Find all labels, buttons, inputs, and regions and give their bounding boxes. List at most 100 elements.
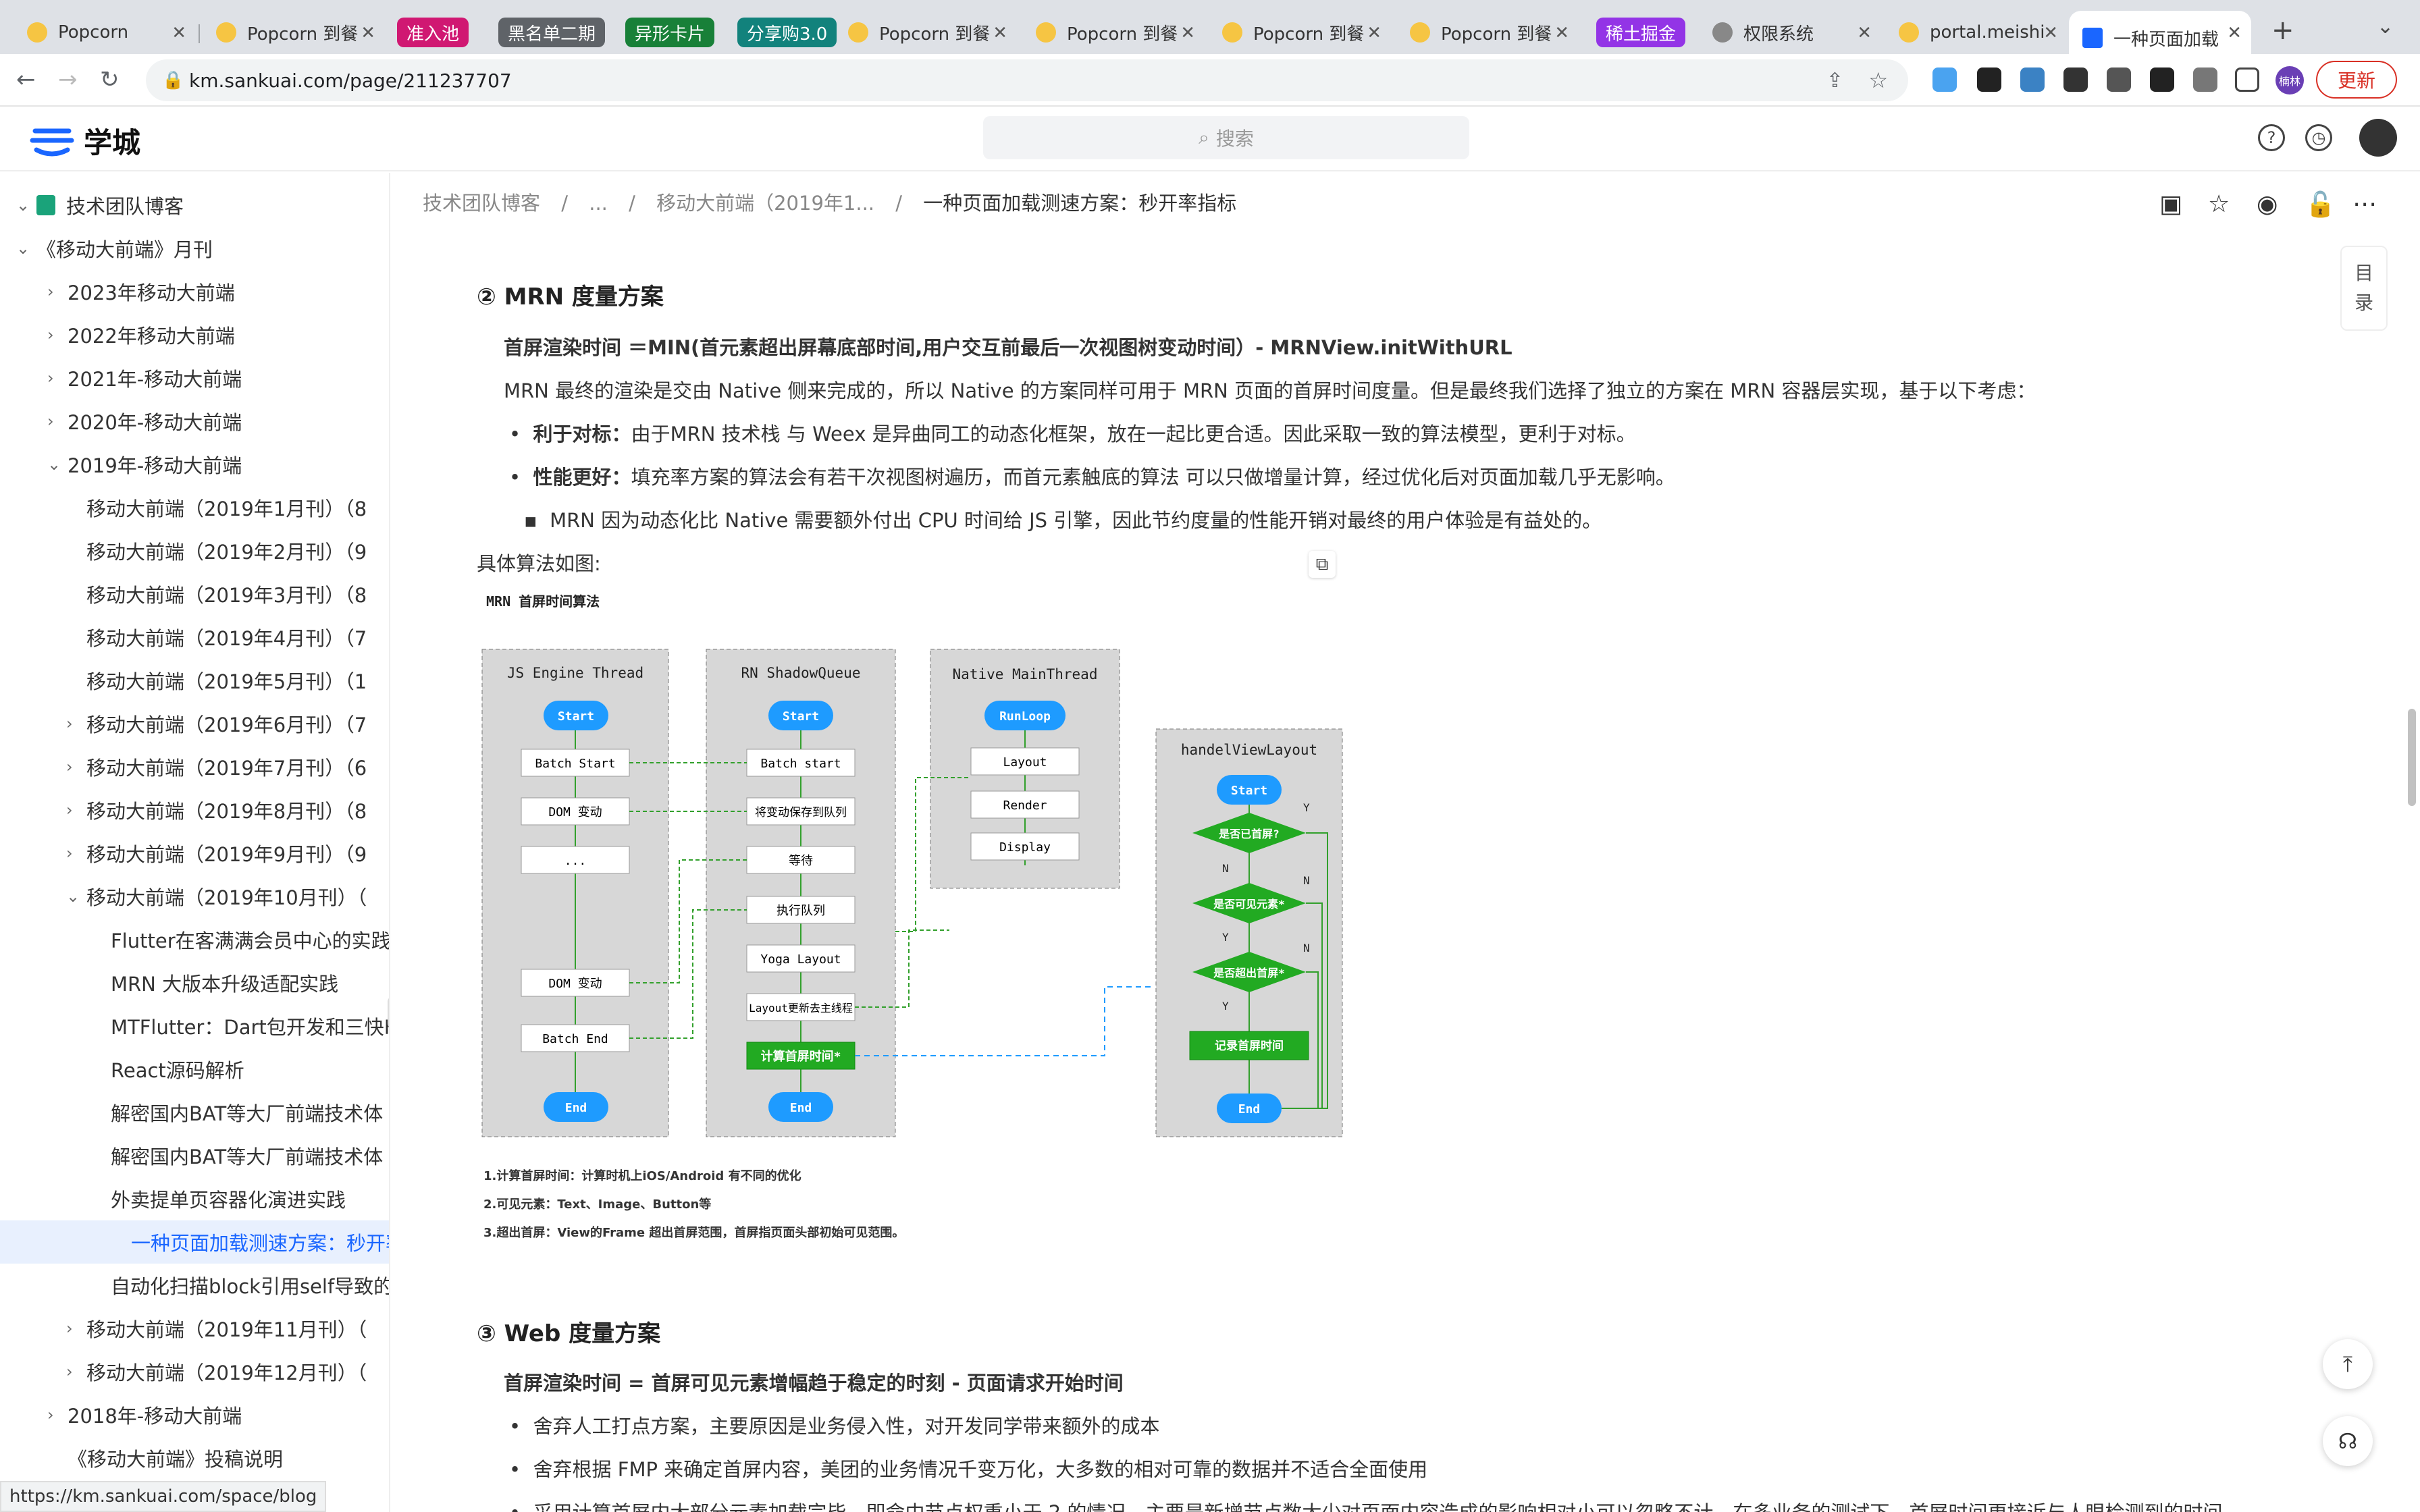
sidebar-item[interactable]: › 移动大前端（2019年9月刊）（9: [66, 832, 367, 875]
chevron-right-icon[interactable]: ›: [47, 325, 68, 344]
extension-icon[interactable]: [2150, 68, 2174, 92]
sidebar-item[interactable]: › 移动大前端（2019年8月刊）（8: [66, 788, 367, 832]
update-button[interactable]: 更新: [2316, 61, 2397, 99]
present-icon[interactable]: ▣: [2159, 190, 2182, 218]
sidebar-item[interactable]: › 移动大前端（2019年11月刊）（: [66, 1307, 367, 1350]
extension-icon[interactable]: [2107, 68, 2131, 92]
sidebar-item[interactable]: 自动化扫描block引用self导致的: [90, 1264, 389, 1307]
sidepanel-icon[interactable]: [2235, 68, 2259, 92]
sidebar-item[interactable]: 移动大前端（2019年1月刊）（8: [66, 486, 367, 529]
chevron-right-icon[interactable]: ›: [66, 1362, 86, 1381]
clock-icon[interactable]: ◷: [2305, 124, 2332, 151]
extension-icon[interactable]: [2063, 68, 2088, 92]
breadcrumb-item[interactable]: ...: [589, 192, 608, 215]
sidebar-item[interactable]: React源码解析: [90, 1048, 244, 1091]
sidebar-item[interactable]: 一种页面加载测速方案：秒开率: [0, 1220, 389, 1264]
back-icon[interactable]: ←: [16, 66, 36, 93]
reload-icon[interactable]: ↻: [100, 66, 120, 93]
back-to-top-icon[interactable]: ⤒: [2323, 1339, 2373, 1389]
chevron-right-icon[interactable]: ›: [47, 369, 68, 387]
sidebar-item[interactable]: › 2018年-移动大前端: [47, 1393, 242, 1436]
xuecheng-logo[interactable]: 学城: [30, 120, 140, 161]
tab-search-chevron-icon[interactable]: ⌄: [2377, 15, 2394, 38]
sidebar-item[interactable]: 移动大前端（2019年3月刊）（8: [66, 572, 367, 616]
browser-tab[interactable]: Popcorn 到餐 ✕: [203, 11, 385, 54]
extension-icon[interactable]: [1932, 68, 1957, 92]
extension-icon[interactable]: [1977, 68, 2001, 92]
breadcrumb-item[interactable]: 技术团队博客: [423, 192, 540, 215]
chevron-right-icon[interactable]: ›: [66, 844, 86, 863]
sidebar-item[interactable]: ⌄ 2019年-移动大前端: [47, 443, 242, 486]
chevron-right-icon[interactable]: ›: [47, 1405, 68, 1424]
puzzle-icon[interactable]: [2193, 68, 2217, 92]
more-icon[interactable]: ⋯: [2352, 190, 2377, 218]
chevron-down-icon[interactable]: ⌄: [16, 196, 36, 215]
sidebar-item[interactable]: › 2022年移动大前端: [47, 313, 235, 356]
sidebar-item[interactable]: 外卖提单页容器化演进实践: [90, 1177, 346, 1220]
browser-tab[interactable]: 权限系统 ✕: [1699, 11, 1881, 54]
help-icon[interactable]: ?: [2258, 124, 2285, 151]
close-tab-icon[interactable]: ✕: [1857, 23, 1872, 43]
sidebar-item[interactable]: 移动大前端（2019年5月刊）（1: [66, 659, 367, 702]
browser-tab[interactable]: Popcorn ✕: [14, 11, 196, 54]
collapse-sidebar-icon[interactable]: ‹: [388, 996, 389, 1029]
close-tab-icon[interactable]: ✕: [2227, 23, 2242, 43]
toc-toggle[interactable]: 目录: [2340, 246, 2388, 331]
sidebar-item[interactable]: › 移动大前端（2019年7月刊）（6: [66, 745, 367, 788]
support-headset-icon[interactable]: ☊: [2323, 1416, 2373, 1466]
watch-eye-icon[interactable]: ◉: [2257, 190, 2278, 218]
chevron-down-icon[interactable]: ⌄: [16, 239, 36, 258]
profile-avatar[interactable]: 楠林: [2276, 66, 2304, 94]
sidebar-item[interactable]: ⌄ 移动大前端（2019年10月刊）（: [66, 875, 367, 918]
sidebar-item[interactable]: 移动大前端（2019年4月刊）（7: [66, 616, 367, 659]
tab-group-chip[interactable]: 准入池: [397, 18, 469, 47]
close-tab-icon[interactable]: ✕: [1554, 23, 1569, 43]
close-tab-icon[interactable]: ✕: [1367, 23, 1382, 43]
sidebar-item[interactable]: Flutter在客满满会员中心的实践: [90, 918, 389, 961]
chevron-right-icon[interactable]: ›: [66, 714, 86, 733]
browser-tab[interactable]: Popcorn 到餐 ✕: [1022, 11, 1205, 54]
sidebar-item[interactable]: › 2021年-移动大前端: [47, 356, 242, 400]
tab-group-chip[interactable]: 稀土掘金: [1596, 18, 1686, 47]
forward-icon[interactable]: →: [58, 66, 78, 93]
close-tab-icon[interactable]: ✕: [993, 23, 1007, 43]
browser-tab[interactable]: portal.meishi ✕: [1885, 11, 2068, 54]
close-tab-icon[interactable]: ✕: [1180, 23, 1195, 43]
lock-icon[interactable]: 🔓: [2305, 190, 2336, 219]
chevron-down-icon[interactable]: ⌄: [66, 887, 86, 906]
tab-group-chip[interactable]: 黑名单二期: [498, 18, 606, 47]
sidebar-item[interactable]: MTFlutter：Dart包开发和三快F: [90, 1004, 389, 1048]
new-tab-icon[interactable]: +: [2271, 15, 2294, 46]
chevron-right-icon[interactable]: ›: [47, 282, 68, 301]
sidebar-item[interactable]: 《移动大前端》投稿说明: [47, 1436, 283, 1480]
chevron-right-icon[interactable]: ›: [66, 1319, 86, 1338]
chevron-right-icon[interactable]: ›: [47, 412, 68, 431]
close-tab-icon[interactable]: ✕: [172, 23, 186, 43]
browser-tab[interactable]: Popcorn 到餐 ✕: [1209, 11, 1391, 54]
sidebar-item[interactable]: 解密国内BAT等大厂前端技术体: [90, 1091, 383, 1134]
user-avatar[interactable]: [2359, 119, 2397, 157]
tab-group-chip[interactable]: 分享购3.0: [737, 18, 837, 47]
chevron-right-icon[interactable]: ›: [66, 801, 86, 819]
sidebar-item[interactable]: MRN 大版本升级适配实践: [90, 961, 338, 1004]
browser-tab[interactable]: Popcorn 到餐 ✕: [1396, 11, 1579, 54]
scrollbar[interactable]: [2408, 709, 2416, 806]
bookmark-star-icon[interactable]: ☆: [1868, 68, 1888, 93]
close-tab-icon[interactable]: ✕: [2043, 23, 2058, 43]
sidebar-item[interactable]: 解密国内BAT等大厂前端技术体: [90, 1134, 383, 1177]
extension-icon[interactable]: [2020, 68, 2045, 92]
sidebar-root[interactable]: ⌄ 技术团队博客: [16, 184, 184, 227]
favorite-star-icon[interactable]: ☆: [2208, 190, 2230, 218]
sidebar-item[interactable]: › 2020年-移动大前端: [47, 400, 242, 443]
chevron-right-icon[interactable]: ›: [66, 757, 86, 776]
address-bar[interactable]: 🔒 km.sankuai.com/page/211237707 ⇪ ☆: [146, 59, 1908, 101]
sidebar-item[interactable]: 移动大前端（2019年2月刊）（9: [66, 529, 367, 572]
sidebar-item[interactable]: › 2023年移动大前端: [47, 270, 235, 313]
close-tab-icon[interactable]: ✕: [361, 23, 375, 43]
browser-tab[interactable]: Popcorn 到餐 ✕: [835, 11, 1017, 54]
sidebar-item[interactable]: › 移动大前端（2019年12月刊）（: [66, 1350, 367, 1393]
search-input[interactable]: ⌕ 搜索: [983, 116, 1469, 159]
share-icon[interactable]: ⇪: [1826, 69, 1843, 92]
sidebar-item[interactable]: › 移动大前端（2019年6月刊）（7: [66, 702, 367, 745]
breadcrumb-item[interactable]: 移动大前端（2019年1...: [656, 192, 874, 215]
